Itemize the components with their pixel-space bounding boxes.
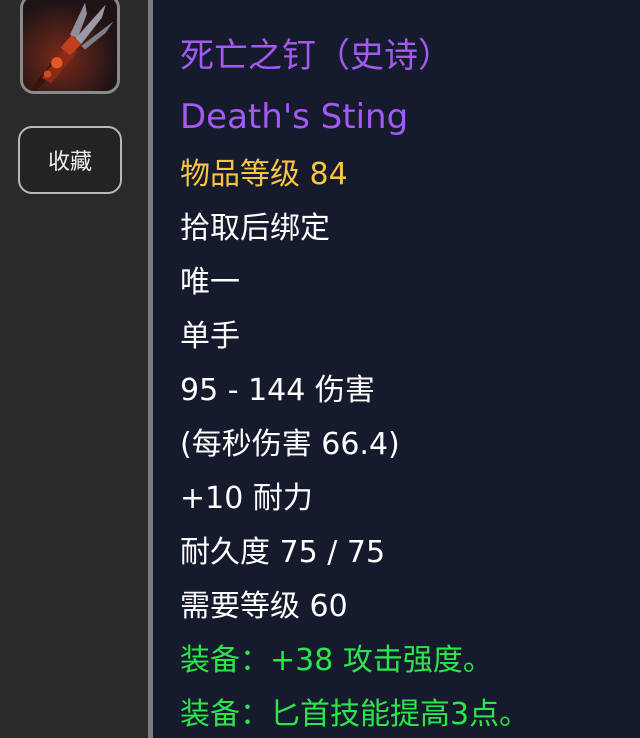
stamina-stat: +10 耐力 xyxy=(180,481,313,516)
required-level: 需要等级 60 xyxy=(180,589,348,624)
item-name-en: Death's Sting xyxy=(180,97,409,137)
damage-range: 95 - 144 伤害 xyxy=(180,373,375,408)
equip-effect-attack-power: 装备：+38 攻击强度。 xyxy=(180,643,493,678)
item-tooltip-screen: 收藏 死亡之钉（史诗） Death's Sting 物品等级 84 拾取后绑定 … xyxy=(0,0,640,738)
bind-type: 拾取后绑定 xyxy=(180,211,330,246)
weapon-slot: 单手 xyxy=(180,319,240,354)
durability: 耐久度 75 / 75 xyxy=(180,535,386,570)
trident-icon xyxy=(23,0,117,91)
item-level: 物品等级 84 xyxy=(180,157,348,192)
item-icon-frame[interactable] xyxy=(20,0,120,94)
equip-effect-dagger-skill: 装备：匕首技能提高3点。 xyxy=(180,697,530,732)
favorite-button[interactable]: 收藏 xyxy=(18,126,122,194)
sidebar: 收藏 xyxy=(0,0,148,738)
item-name-cn: 死亡之钉（史诗） xyxy=(180,36,452,76)
unique-tag: 唯一 xyxy=(180,265,240,300)
dps-value: (每秒伤害 66.4) xyxy=(180,427,400,462)
